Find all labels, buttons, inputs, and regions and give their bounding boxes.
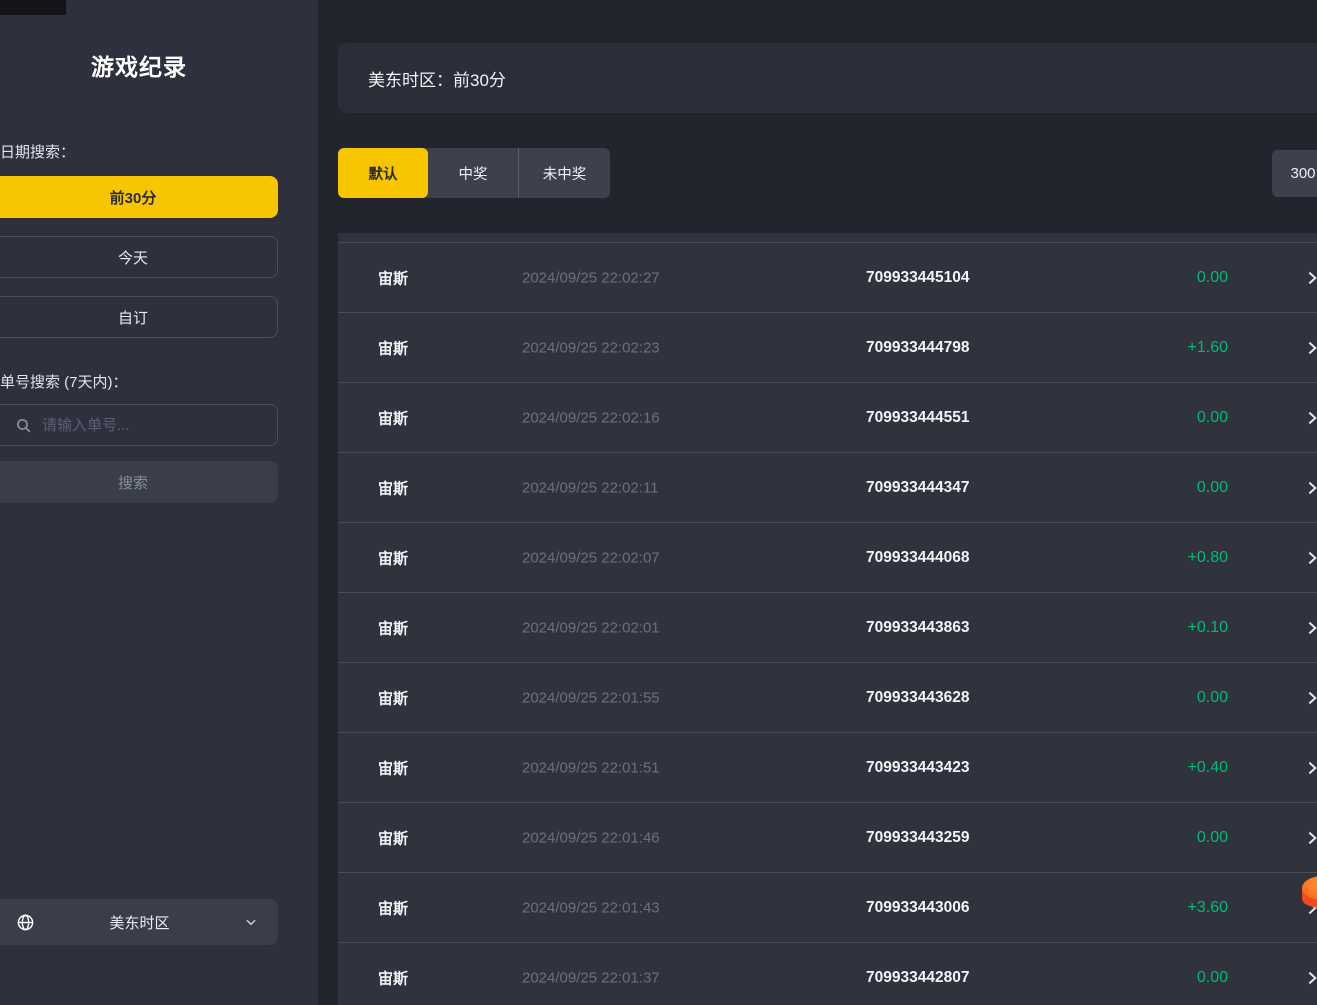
order-number: 709933443006 xyxy=(866,899,969,917)
record-timestamp: 2024/09/25 22:02:23 xyxy=(522,339,660,356)
record-timestamp: 2024/09/25 22:02:11 xyxy=(522,479,659,496)
game-name: 宙斯 xyxy=(378,547,408,568)
win-amount: 0.00 xyxy=(1078,409,1228,427)
chevron-right-icon xyxy=(1304,760,1317,776)
chevron-right-icon xyxy=(1304,550,1317,566)
date-search-label: 日期搜索： xyxy=(0,141,75,162)
record-timestamp: 2024/09/25 22:01:55 xyxy=(522,689,660,706)
chevron-right-icon xyxy=(1304,620,1317,636)
chevron-right-icon xyxy=(1304,690,1317,706)
win-amount: 0.00 xyxy=(1078,689,1228,707)
record-timestamp: 2024/09/25 22:01:37 xyxy=(522,969,660,986)
timezone-selector[interactable]: 美东时区 xyxy=(0,899,278,945)
table-row[interactable]: 宙斯 2024/09/25 22:02:11 709933444347 0.00 xyxy=(338,452,1317,522)
table-row[interactable]: 宙斯 2024/09/25 22:01:37 709933442807 0.00 xyxy=(338,942,1317,1005)
order-number: 709933444068 xyxy=(866,549,969,567)
order-number: 709933444551 xyxy=(866,409,969,427)
win-amount: +1.60 xyxy=(1078,339,1228,357)
chevron-right-icon xyxy=(1304,270,1317,286)
chevron-right-icon xyxy=(1304,830,1317,846)
order-number: 709933443628 xyxy=(866,689,969,707)
order-search-box xyxy=(0,404,278,446)
order-number: 709933443863 xyxy=(866,619,969,637)
table-row[interactable]: 宙斯 2024/09/25 22:02:01 709933443863 +0.1… xyxy=(338,592,1317,662)
tab-win[interactable]: 中奖 xyxy=(428,148,518,198)
table-row[interactable]: 宙斯 2024/09/25 22:02:16 709933444551 0.00 xyxy=(338,382,1317,452)
chevron-right-icon xyxy=(1304,410,1317,426)
table-row[interactable]: 宙斯 2024/09/25 22:01:43 709933443006 +3.6… xyxy=(338,872,1317,942)
table-row[interactable]: 宙斯 2024/09/25 22:02:27 709933445104 0.00 xyxy=(338,242,1317,312)
win-amount: 0.00 xyxy=(1078,829,1228,847)
game-name: 宙斯 xyxy=(378,757,408,778)
chevron-down-icon xyxy=(244,915,258,929)
chevron-right-icon xyxy=(1304,970,1317,986)
record-timestamp: 2024/09/25 22:02:27 xyxy=(522,269,660,286)
game-name: 宙斯 xyxy=(378,617,408,638)
table-row[interactable]: 宙斯 2024/09/25 22:01:46 709933443259 0.00 xyxy=(338,802,1317,872)
tab-no-win[interactable]: 未中奖 xyxy=(518,148,610,198)
filter-summary-panel: 美东时区：前30分 xyxy=(338,43,1317,113)
globe-icon xyxy=(16,913,35,932)
game-name: 宙斯 xyxy=(378,407,408,428)
date-filter-today-button[interactable]: 今天 xyxy=(0,236,278,278)
chevron-right-icon xyxy=(1304,480,1317,496)
search-button[interactable]: 搜索 xyxy=(0,461,278,503)
sidebar: 游戏纪录 日期搜索： 前30分 今天 自订 单号搜索 (7天内)： 搜索 美东时… xyxy=(0,0,318,1005)
win-amount: +0.40 xyxy=(1078,759,1228,777)
record-timestamp: 2024/09/25 22:02:16 xyxy=(522,409,660,426)
record-timestamp: 2024/09/25 22:02:01 xyxy=(522,619,660,636)
main-content: 美东时区：前30分 默认 中奖 未中奖 300 宙斯 2024/09/25 22… xyxy=(318,0,1317,1005)
order-number: 709933442807 xyxy=(866,969,969,987)
game-name: 宙斯 xyxy=(378,967,408,988)
page-title: 游戏纪录 xyxy=(0,48,278,82)
win-amount: 0.00 xyxy=(1078,969,1228,987)
record-timestamp: 2024/09/25 22:02:07 xyxy=(522,549,660,566)
table-row[interactable]: 宙斯 2024/09/25 22:02:07 709933444068 +0.8… xyxy=(338,522,1317,592)
order-number: 709933443423 xyxy=(866,759,969,777)
game-name: 宙斯 xyxy=(378,897,408,918)
table-row[interactable]: 宙斯 2024/09/25 22:01:51 709933443423 +0.4… xyxy=(338,732,1317,802)
page-size-button[interactable]: 300 xyxy=(1272,150,1317,197)
win-amount: +3.60 xyxy=(1078,899,1228,917)
game-name: 宙斯 xyxy=(378,337,408,358)
tab-default[interactable]: 默认 xyxy=(338,148,428,198)
game-name: 宙斯 xyxy=(378,477,408,498)
filter-summary-text: 美东时区：前30分 xyxy=(368,66,506,91)
timezone-label: 美东时区 xyxy=(35,912,244,933)
order-search-label: 单号搜索 (7天内)： xyxy=(0,371,128,392)
game-name: 宙斯 xyxy=(378,267,408,288)
table-row[interactable]: 宙斯 2024/09/25 22:01:55 709933443628 0.00 xyxy=(338,662,1317,732)
order-number: 709933444798 xyxy=(866,339,969,357)
win-amount: 0.00 xyxy=(1078,479,1228,497)
win-amount: +0.10 xyxy=(1078,619,1228,637)
partial-row-above xyxy=(338,233,1317,242)
record-timestamp: 2024/09/25 22:01:46 xyxy=(522,829,660,846)
date-filter-custom-button[interactable]: 自订 xyxy=(0,296,278,338)
game-name: 宙斯 xyxy=(378,827,408,848)
record-timestamp: 2024/09/25 22:01:43 xyxy=(522,899,660,916)
date-filter-last30min-button[interactable]: 前30分 xyxy=(0,176,278,218)
search-icon xyxy=(15,417,32,434)
rewards-coin-float-button[interactable] xyxy=(1302,868,1317,916)
order-number: 709933445104 xyxy=(866,269,969,287)
record-timestamp: 2024/09/25 22:01:51 xyxy=(522,759,660,776)
order-number: 709933443259 xyxy=(866,829,969,847)
order-number: 709933444347 xyxy=(866,479,969,497)
records-list: 宙斯 2024/09/25 22:02:27 709933445104 0.00… xyxy=(338,233,1317,1005)
table-row[interactable]: 宙斯 2024/09/25 22:02:23 709933444798 +1.6… xyxy=(338,312,1317,382)
result-filter-tabs: 默认 中奖 未中奖 xyxy=(338,148,610,198)
game-name: 宙斯 xyxy=(378,687,408,708)
order-search-input[interactable] xyxy=(42,417,252,434)
win-amount: 0.00 xyxy=(1078,269,1228,287)
chevron-right-icon xyxy=(1304,340,1317,356)
win-amount: +0.80 xyxy=(1078,549,1228,567)
corner-artifact xyxy=(0,0,66,15)
